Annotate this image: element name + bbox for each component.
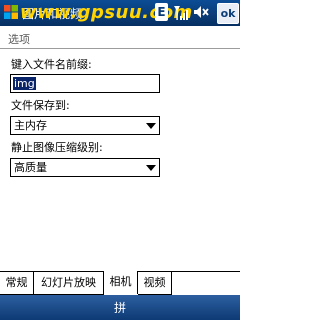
tab-general[interactable]: 常规: [0, 272, 34, 295]
prefix-label: 键入文件名前缀:: [11, 58, 92, 71]
tab-video[interactable]: 视频: [138, 272, 172, 295]
dropdown-arrow-icon: [146, 165, 156, 171]
input-panel-button[interactable]: 拼: [0, 299, 240, 316]
tab-strip: 常规 幻灯片放映 相机 视频: [0, 271, 240, 296]
header-divider: [0, 48, 240, 49]
save-to-label: 文件保存到:: [11, 99, 70, 112]
save-to-value: 主内存: [14, 119, 47, 132]
volume-muted-icon[interactable]: [192, 3, 210, 21]
tab-slideshow[interactable]: 幻灯片放映: [34, 272, 104, 295]
quality-label: 静止图像压缩级别:: [11, 141, 103, 154]
quality-select[interactable]: 高质量: [10, 158, 160, 177]
dropdown-arrow-icon: [146, 123, 156, 129]
quality-value: 高质量: [14, 161, 47, 174]
softkey-bar: 拼: [0, 295, 240, 320]
save-to-select[interactable]: 主内存: [10, 116, 160, 135]
signal-strength-icon[interactable]: [172, 3, 190, 21]
title-bar: 图片和视频 www.gpsuu.com E ok: [0, 0, 240, 26]
tab-camera[interactable]: 相机: [104, 271, 138, 294]
prefix-input[interactable]: img: [10, 74, 160, 93]
sim-badge-icon: E: [155, 3, 168, 21]
windows-start-icon[interactable]: [3, 4, 19, 20]
ok-button[interactable]: ok: [217, 3, 239, 24]
section-title: 选项: [8, 33, 30, 46]
prefix-input-value: img: [13, 77, 36, 90]
